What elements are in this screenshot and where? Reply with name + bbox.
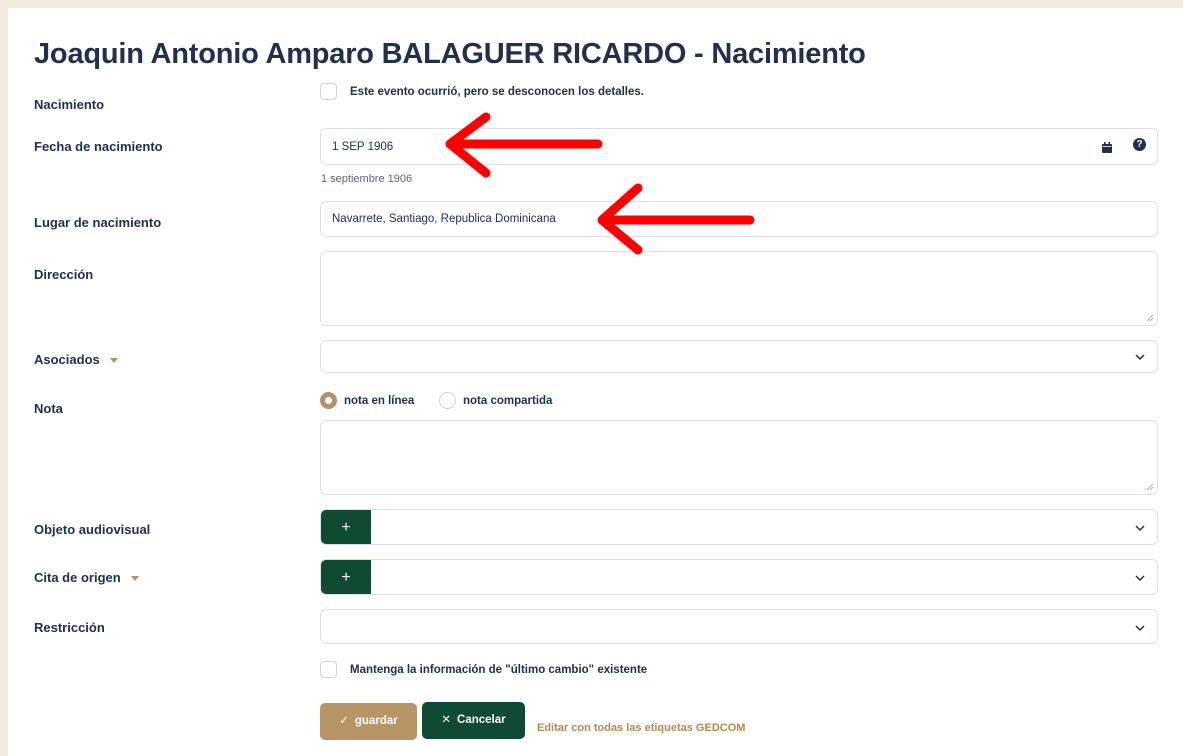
edit-fact-card: Joaquin Antonio Amparo BALAGUER RICARDO …	[8, 8, 1183, 756]
associates-select[interactable]	[320, 340, 1158, 373]
note-inline-label: nota en línea	[344, 395, 415, 407]
note-inline-radio[interactable]	[320, 392, 337, 409]
resize-handle-icon[interactable]	[1146, 314, 1154, 322]
date-value: 1 SEP 1906	[332, 141, 394, 153]
page-title: Joaquin Antonio Amparo BALAGUER RICARDO …	[34, 38, 866, 70]
resize-handle-icon[interactable]	[1146, 483, 1154, 491]
help-icon[interactable]: ?	[1133, 138, 1146, 151]
unknown-details-label: Este evento ocurrió, pero se desconocen …	[350, 86, 644, 98]
source-label[interactable]: Cita de origen	[34, 570, 139, 585]
save-label: guardar	[354, 715, 398, 727]
source-select[interactable]: +	[320, 559, 1158, 595]
restriction-label: Restricción	[34, 620, 105, 635]
edit-gedcom-link[interactable]: Editar con todas las etiquetas GEDCOM	[537, 722, 745, 734]
note-shared-label: nota compartida	[463, 395, 553, 407]
close-icon: ✕	[441, 714, 452, 726]
date-hint: 1 septiembre 1906	[321, 173, 413, 185]
event-label: Nacimiento	[34, 97, 105, 112]
chevron-down-icon	[1135, 575, 1145, 582]
save-button[interactable]: ✓ guardar	[320, 703, 417, 740]
associates-caret-icon[interactable]	[109, 358, 118, 364]
address-textarea[interactable]	[320, 251, 1158, 326]
chevron-down-icon	[1135, 625, 1145, 632]
place-value: Navarrete, Santiago, Republica Dominican…	[332, 213, 556, 225]
note-label: Nota	[34, 401, 63, 416]
address-label: Dirección	[34, 267, 94, 282]
place-label: Lugar de nacimiento	[34, 215, 162, 230]
cancel-button[interactable]: ✕ Cancelar	[422, 702, 525, 739]
check-icon: ✓	[339, 715, 349, 727]
associates-label[interactable]: Asociados	[34, 352, 118, 367]
keep-last-change-checkbox[interactable]	[320, 661, 337, 678]
add-media-button[interactable]: +	[321, 510, 371, 544]
chevron-down-icon	[1135, 525, 1145, 532]
note-shared-radio[interactable]	[439, 392, 456, 409]
annotation-arrow-place	[597, 183, 755, 255]
date-label: Fecha de nacimiento	[34, 139, 163, 154]
note-textarea[interactable]	[320, 420, 1158, 495]
media-label: Objeto audiovisual	[34, 522, 151, 537]
add-source-button[interactable]: +	[321, 560, 371, 594]
associates-label-text: Asociados	[34, 352, 100, 367]
chevron-down-icon	[1135, 354, 1145, 361]
annotation-arrow-date	[445, 112, 603, 178]
source-label-text: Cita de origen	[34, 570, 121, 585]
restriction-select[interactable]	[320, 609, 1158, 644]
source-caret-icon[interactable]	[130, 576, 139, 582]
media-select[interactable]: +	[320, 509, 1158, 545]
cancel-label: Cancelar	[457, 714, 506, 726]
keep-last-change-label: Mantenga la información de "último cambi…	[350, 664, 648, 676]
unknown-details-checkbox[interactable]	[320, 83, 337, 100]
calendar-icon[interactable]	[1102, 142, 1112, 153]
